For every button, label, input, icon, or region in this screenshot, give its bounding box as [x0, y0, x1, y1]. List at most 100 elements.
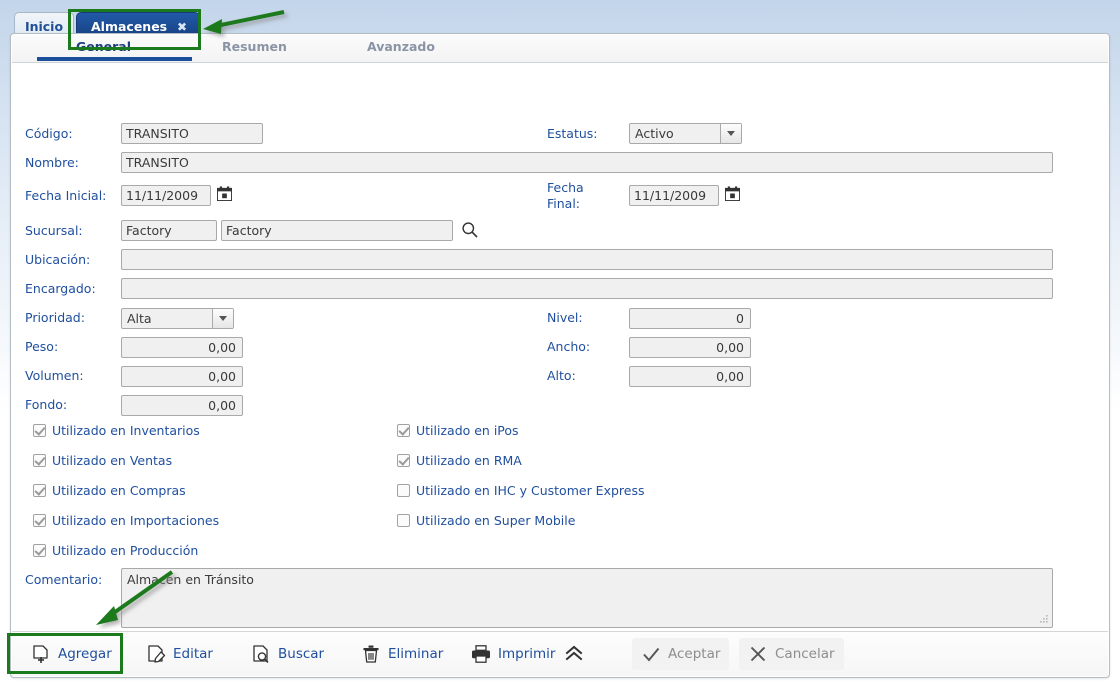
tab-avanzado[interactable]: Avanzado: [367, 39, 435, 54]
chevron-down-icon[interactable]: [720, 124, 741, 143]
comentario-textarea[interactable]: Almacén en Tránsito: [121, 568, 1053, 628]
codigo-input[interactable]: TRANSITO: [121, 123, 263, 144]
checkbox-utilizado-super-mobile[interactable]: Utilizado en Super Mobile: [397, 513, 575, 528]
window-tab-inicio-label: Inicio: [24, 19, 64, 34]
agregar-button-label: Agregar: [58, 646, 112, 662]
checkbox-icon[interactable]: [397, 514, 410, 527]
estatus-select-value: Activo: [635, 126, 674, 141]
imprimir-button-label: Imprimir: [498, 646, 556, 662]
comentario-label: Comentario:: [25, 572, 103, 587]
alto-input[interactable]: 0,00: [629, 366, 751, 387]
volumen-label: Volumen:: [25, 368, 84, 383]
checkbox-label: Utilizado en iPos: [416, 423, 519, 438]
checkbox-icon[interactable]: [33, 424, 46, 437]
prioridad-select[interactable]: Alta: [121, 308, 234, 329]
checkbox-icon[interactable]: [33, 544, 46, 557]
general-form: Código: TRANSITO Estatus: Activo Nombre:…: [11, 62, 1109, 632]
agregar-button[interactable]: Agregar: [22, 638, 121, 670]
checkbox-utilizado-produccion[interactable]: Utilizado en Producción: [33, 543, 198, 558]
volumen-input[interactable]: 0,00: [121, 366, 243, 387]
window-tab-almacenes-label: Almacenes: [91, 19, 168, 34]
tab-avanzado-label: Avanzado: [367, 39, 435, 54]
prioridad-label: Prioridad:: [25, 310, 85, 325]
fondo-input[interactable]: 0,00: [121, 395, 243, 416]
ubicacion-input[interactable]: [121, 249, 1053, 270]
fondo-label: Fondo:: [25, 397, 68, 412]
almacenes-form-panel: General Resumen Avanzado Código: TRANSIT…: [10, 33, 1110, 678]
checkbox-utilizado-compras[interactable]: Utilizado en Compras: [33, 483, 186, 498]
application-window: Inicio Almacenes ✖ General Resumen Avanz…: [0, 0, 1120, 688]
ancho-input[interactable]: 0,00: [629, 337, 751, 358]
tab-resumen-label: Resumen: [222, 39, 287, 54]
fecha-final-label-line1: Fecha: [547, 180, 584, 195]
search-document-icon: [253, 645, 269, 663]
tab-general-indicator: [37, 57, 192, 61]
tab-general[interactable]: General: [76, 39, 131, 54]
search-icon[interactable]: [461, 221, 479, 239]
fecha-inicial-input[interactable]: 11/11/2009: [121, 185, 211, 206]
checkbox-icon[interactable]: [33, 454, 46, 467]
checkbox-utilizado-importaciones[interactable]: Utilizado en Importaciones: [33, 513, 219, 528]
cancelar-button[interactable]: Cancelar: [739, 638, 844, 670]
checkbox-icon[interactable]: [33, 514, 46, 527]
fecha-final-label-line2: Final:: [547, 196, 581, 211]
tab-general-label: General: [76, 39, 131, 54]
buscar-button-label: Buscar: [278, 646, 325, 662]
buscar-button[interactable]: Buscar: [242, 638, 333, 670]
trash-icon: [363, 645, 379, 663]
fecha-final-input[interactable]: 11/11/2009: [629, 185, 719, 206]
nombre-input[interactable]: TRANSITO: [121, 152, 1053, 173]
codigo-label: Código:: [25, 126, 73, 141]
close-icon[interactable]: ✖: [177, 20, 187, 34]
calendar-icon[interactable]: [217, 186, 232, 201]
cancelar-button-label: Cancelar: [775, 646, 835, 662]
form-subtab-bar: General Resumen Avanzado: [12, 35, 1108, 63]
encargado-label: Encargado:: [25, 281, 96, 296]
chevron-down-icon[interactable]: [212, 309, 233, 328]
checkbox-utilizado-ihc[interactable]: Utilizado en IHC y Customer Express: [397, 483, 645, 498]
checkbox-label: Utilizado en Importaciones: [52, 513, 220, 528]
checkbox-utilizado-rma[interactable]: Utilizado en RMA: [397, 453, 522, 468]
checkbox-icon[interactable]: [397, 484, 410, 497]
nivel-label: Nivel:: [547, 310, 583, 325]
checkbox-label: Utilizado en RMA: [416, 453, 522, 468]
double-chevron-up-icon: [565, 645, 583, 661]
prioridad-select-value: Alta: [127, 311, 152, 326]
calendar-icon[interactable]: [725, 186, 740, 201]
imprimir-button[interactable]: Imprimir: [462, 638, 564, 670]
nivel-input[interactable]: 0: [629, 308, 751, 329]
checkbox-utilizado-ventas[interactable]: Utilizado en Ventas: [33, 453, 172, 468]
checkbox-label: Utilizado en Ventas: [52, 453, 173, 468]
tab-resumen[interactable]: Resumen: [222, 39, 287, 54]
estatus-select[interactable]: Activo: [629, 123, 742, 144]
checkbox-utilizado-inventarios[interactable]: Utilizado en Inventarios: [33, 423, 200, 438]
encargado-input[interactable]: [121, 278, 1053, 299]
printer-icon: [472, 645, 490, 663]
aceptar-button[interactable]: Aceptar: [632, 638, 730, 670]
comentario-textarea-value: Almacén en Tránsito: [127, 572, 254, 587]
checkbox-icon[interactable]: [33, 484, 46, 497]
eliminar-button[interactable]: Eliminar: [352, 638, 452, 670]
checkbox-label: Utilizado en Compras: [52, 483, 186, 498]
ubicacion-label: Ubicación:: [25, 252, 91, 267]
nombre-label: Nombre:: [25, 155, 79, 170]
edit-document-icon: [148, 645, 166, 663]
peso-input[interactable]: 0,00: [121, 337, 243, 358]
fecha-inicial-label: Fecha Inicial:: [25, 188, 107, 203]
checkbox-icon[interactable]: [397, 424, 410, 437]
peso-label: Peso:: [25, 339, 59, 354]
checkbox-icon[interactable]: [397, 454, 410, 467]
editar-button-label: Editar: [173, 646, 213, 662]
resize-grip-icon[interactable]: [1038, 613, 1049, 624]
checkbox-label: Utilizado en IHC y Customer Express: [416, 483, 645, 498]
sucursal-code-input[interactable]: Factory: [121, 220, 217, 241]
editar-button[interactable]: Editar: [137, 638, 222, 670]
check-icon: [643, 647, 660, 662]
eliminar-button-label: Eliminar: [388, 646, 444, 662]
aceptar-button-label: Aceptar: [668, 646, 721, 662]
sucursal-name-input[interactable]: Factory: [221, 220, 453, 241]
expand-toolbar-button[interactable]: [558, 638, 597, 670]
checkbox-utilizado-ipos[interactable]: Utilizado en iPos: [397, 423, 519, 438]
form-action-toolbar: Agregar Editar Buscar Eliminar Imprimir …: [12, 631, 1108, 676]
ancho-label: Ancho:: [547, 339, 591, 354]
